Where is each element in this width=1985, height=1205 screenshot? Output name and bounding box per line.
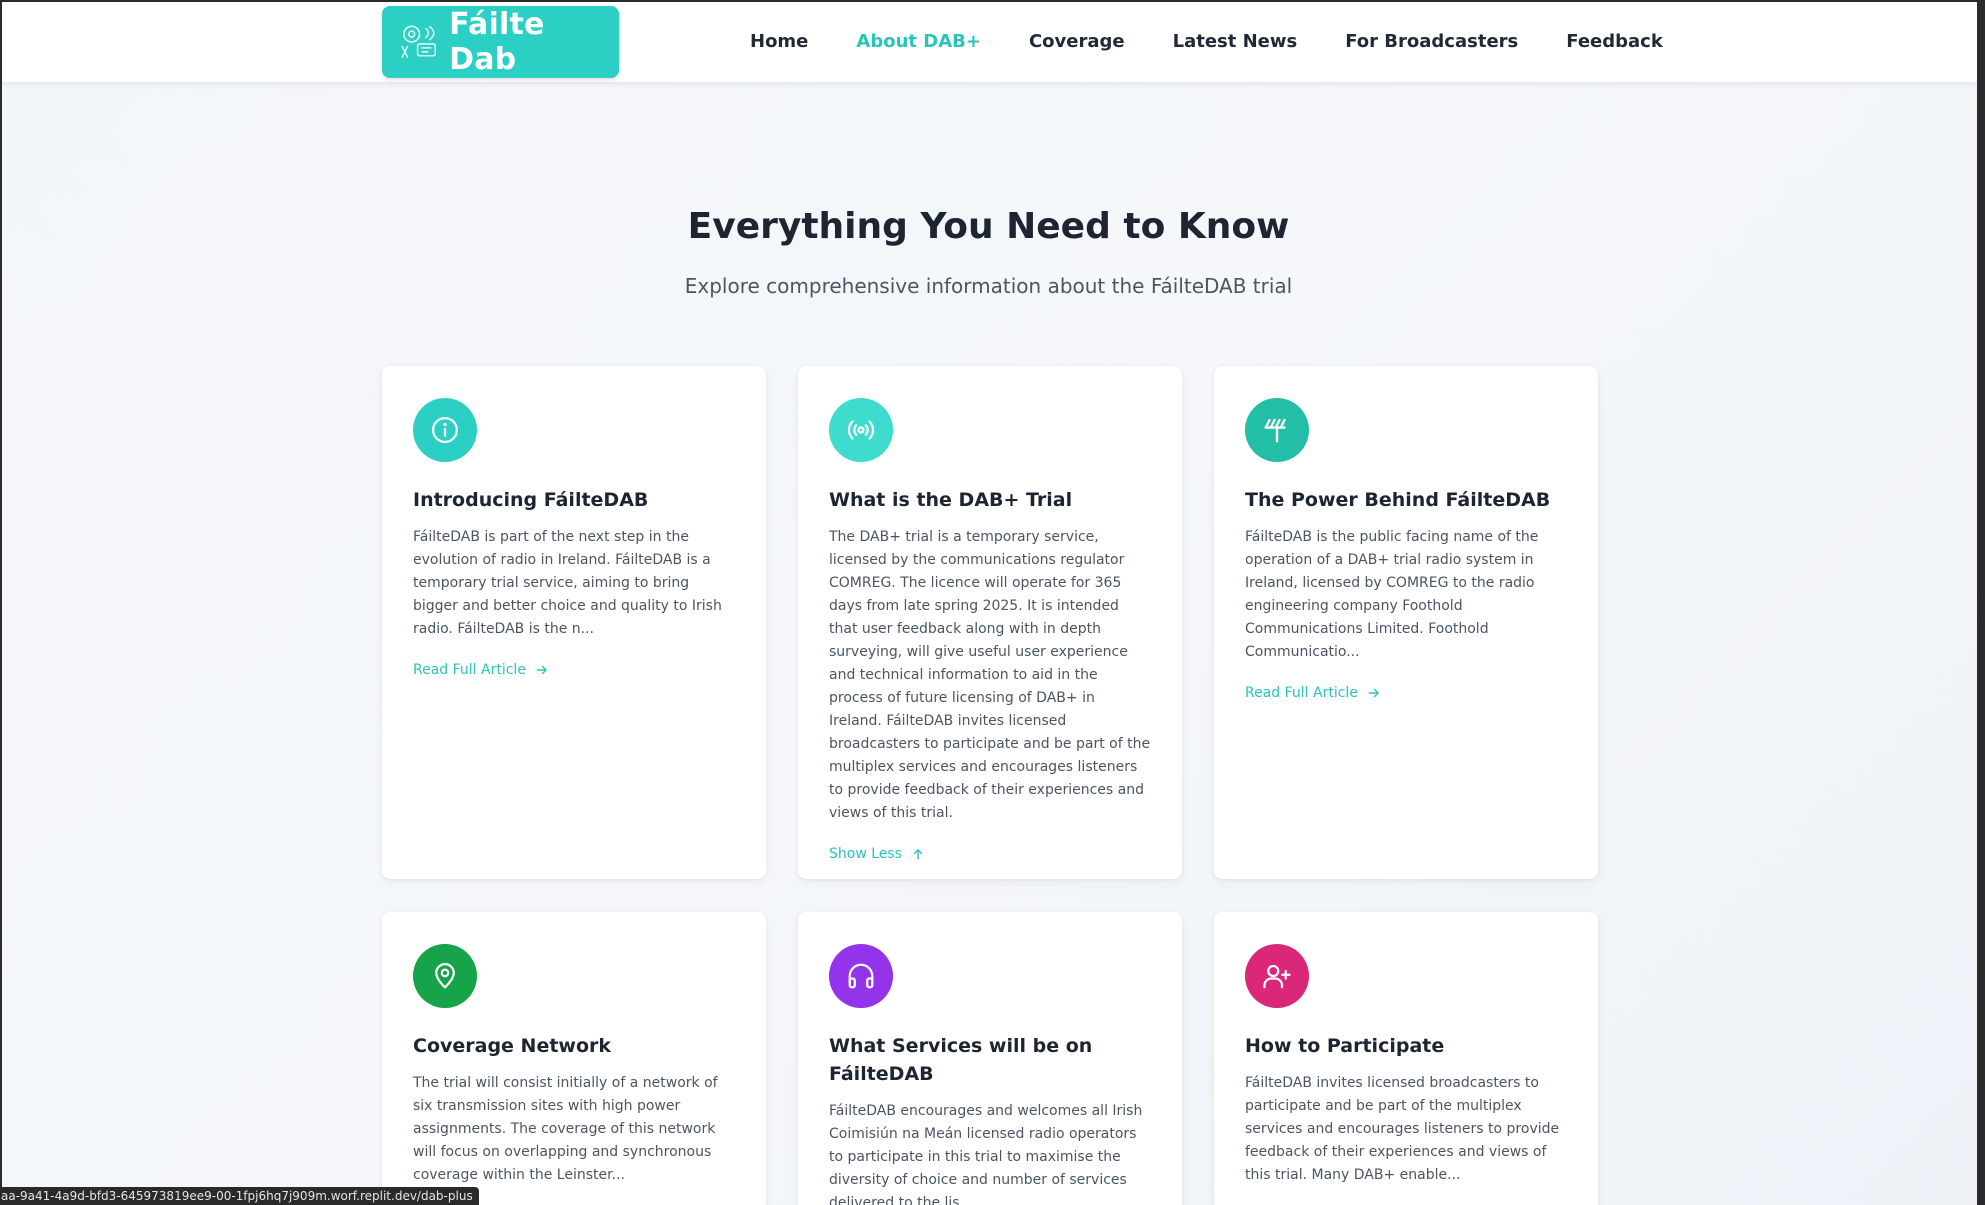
window-frame-right	[1977, 0, 1985, 1205]
antenna-icon	[1245, 398, 1309, 462]
broadcast-icon	[829, 398, 893, 462]
window-frame-top	[0, 0, 1985, 2]
nav-feedback[interactable]: Feedback	[1566, 31, 1663, 52]
info-card-introducing: Introducing FáilteDAB FáilteDAB is part …	[382, 366, 766, 879]
show-less-link[interactable]: Show Less	[829, 846, 925, 862]
link-preview-status-bar: aa-9a41-4a9d-bfd3-645973819ee9-00-1fpj6h…	[0, 1187, 479, 1205]
card-title: Coverage Network	[413, 1035, 612, 1057]
nav-home[interactable]: Home	[750, 31, 808, 52]
site-header: Fáilte Dab Home About DAB+ Coverage Late…	[0, 0, 1977, 82]
nav-about-dab[interactable]: About DAB+	[856, 31, 981, 52]
site-logo[interactable]: Fáilte Dab	[382, 6, 619, 78]
info-card-services: What Services will be on FáilteDAB Fáilt…	[798, 912, 1182, 1205]
card-title: Introducing FáilteDAB	[413, 489, 649, 511]
link-label: Read Full Article	[1245, 685, 1358, 701]
card-title: The Power Behind FáilteDAB	[1245, 489, 1551, 511]
info-card-dab-trial: What is the DAB+ Trial The DAB+ trial is…	[798, 366, 1182, 879]
card-body: FáilteDAB is the public facing name of t…	[1245, 529, 1539, 660]
arrow-right-icon	[536, 665, 547, 675]
user-plus-icon	[1245, 944, 1309, 1008]
card-title: What is the DAB+ Trial	[829, 489, 1073, 511]
link-label: Read Full Article	[413, 662, 526, 678]
info-card-coverage-network: Coverage Network The trial will consist …	[382, 912, 766, 1205]
map-pin-icon	[413, 944, 477, 1008]
page-title: Everything You Need to Know	[687, 206, 1290, 247]
info-card-participate: How to Participate FáilteDAB invites lic…	[1214, 912, 1598, 1205]
read-full-article-link[interactable]: Read Full Article	[413, 662, 549, 678]
nav-coverage[interactable]: Coverage	[1029, 31, 1125, 52]
card-body: FáilteDAB is part of the next step in th…	[413, 529, 722, 637]
logo-text: Fáilte Dab	[449, 7, 545, 77]
logo-radio-icon	[401, 25, 437, 59]
card-body: FáilteDAB encourages and welcomes all Ir…	[829, 1103, 1143, 1205]
page-subtitle: Explore comprehensive information about …	[684, 274, 1293, 298]
info-icon	[413, 398, 477, 462]
card-body: The DAB+ trial is a temporary service, l…	[829, 529, 1151, 821]
card-body: FáilteDAB invites licensed broadcasters …	[1245, 1075, 1560, 1183]
nav-for-broadcasters[interactable]: For Broadcasters	[1345, 31, 1518, 52]
read-full-article-link[interactable]: Read Full Article	[1245, 685, 1381, 701]
nav-latest-news[interactable]: Latest News	[1173, 31, 1298, 52]
card-title: What Services will be on FáilteDAB	[829, 1035, 1093, 1085]
info-card-power-behind: The Power Behind FáilteDAB FáilteDAB is …	[1214, 366, 1598, 879]
arrow-up-icon	[913, 849, 923, 860]
window-frame-left	[0, 0, 2, 1205]
headphones-icon	[829, 944, 893, 1008]
arrow-right-icon	[1368, 688, 1379, 698]
card-title: How to Participate	[1245, 1035, 1445, 1057]
main-nav: Home About DAB+ Coverage Latest News For…	[750, 0, 1711, 82]
link-label: Show Less	[829, 846, 902, 862]
card-body: The trial will consist initially of a ne…	[413, 1075, 718, 1183]
